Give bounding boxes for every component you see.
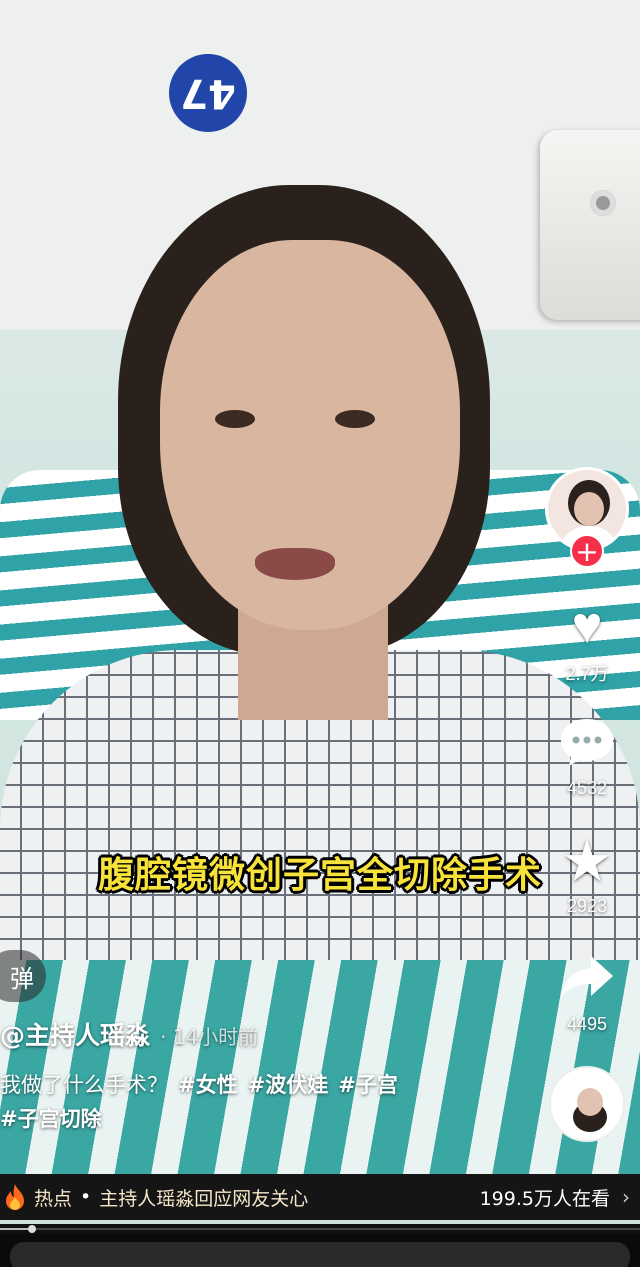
author-line: @主持人瑶淼 · 14小时前 [0, 1016, 258, 1052]
video-player[interactable]: 47 腹腔镜微创子宫全切除手术 + ♥ 2.7万 4532 ★ 2923 449… [0, 0, 640, 1267]
heart-icon[interactable]: ♥ [545, 598, 629, 654]
share-arrow-icon[interactable] [545, 952, 629, 1008]
fire-icon [4, 1183, 26, 1211]
comment-input-pill[interactable] [10, 1242, 630, 1267]
author-name[interactable]: @主持人瑶淼 [0, 1021, 150, 1050]
favorite-count: 2923 [566, 896, 608, 916]
room-number-badge: 47 [169, 54, 247, 132]
comment-bubble-icon[interactable] [545, 716, 629, 772]
hot-label: 热点 [34, 1187, 73, 1210]
hashtag[interactable]: #子宫 [338, 1073, 398, 1097]
hot-topic-title[interactable]: 主持人瑶淼回应网友关心 [99, 1184, 308, 1211]
hashtag[interactable]: #波伏娃 [248, 1073, 329, 1097]
share-count: 4495 [566, 1014, 608, 1034]
bottom-comment-bar [0, 1234, 640, 1267]
star-icon[interactable]: ★ [545, 832, 629, 892]
viewer-count: 199.5万人在看 [479, 1187, 610, 1210]
hashtag[interactable]: #女性 [178, 1073, 238, 1097]
person-right-eye [335, 410, 375, 428]
description-text: 我做了什么手术？ [0, 1073, 168, 1097]
video-description: 我做了什么手术？ #女性 #波伏娃 #子宫 #子宫切除 [0, 1068, 530, 1136]
playback-progress-bar[interactable] [0, 1224, 640, 1234]
music-disc-icon[interactable] [549, 1066, 625, 1142]
avatar-face [574, 492, 604, 526]
comment-count: 4532 [566, 778, 608, 798]
follow-button[interactable]: + [570, 534, 604, 568]
chevron-right-icon[interactable]: › [622, 1185, 630, 1209]
hot-topic-bar[interactable]: 热点 • 主持人瑶淼回应网友关心 199.5万人在看 › [0, 1174, 640, 1220]
progress-scrubber-handle[interactable] [28, 1225, 36, 1233]
music-disc-face [577, 1088, 603, 1116]
person-left-eye [215, 410, 255, 428]
wall-oxygen-unit [540, 130, 640, 320]
progress-track [0, 1228, 640, 1230]
video-caption: 腹腔镜微创子宫全切除手术 [97, 855, 542, 896]
hashtag[interactable]: #子宫切除 [0, 1107, 102, 1131]
person-mouth [255, 548, 335, 580]
post-time: · 14小时前 [160, 1025, 259, 1049]
hot-separator: • [80, 1186, 92, 1208]
like-count: 2.7万 [565, 664, 609, 684]
